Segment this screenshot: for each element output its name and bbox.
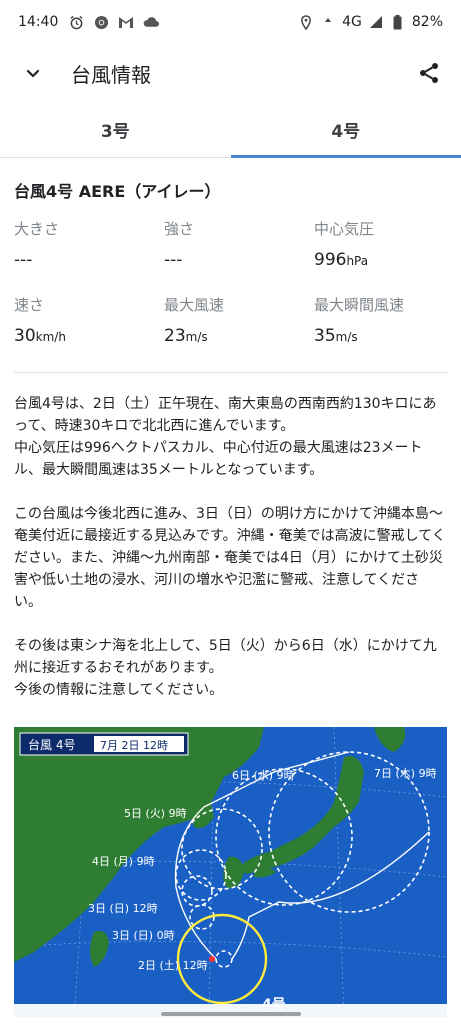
cloud-icon — [143, 14, 160, 30]
location-icon — [298, 14, 314, 30]
forecast-label: 3日 (日) 12時 — [88, 902, 158, 915]
map-header-date: 7月 2日 12時 — [100, 739, 168, 752]
stat-label: 速さ — [14, 296, 45, 314]
status-time: 14:40 — [18, 14, 59, 30]
forecast-label: 7日 (木) 9時 — [374, 767, 437, 780]
stat-label: 最大風速 — [164, 296, 225, 314]
chevron-down-icon[interactable] — [22, 62, 44, 84]
chrome-icon — [93, 14, 109, 30]
network-type: 4G — [342, 14, 362, 30]
forecast-map[interactable]: 7日 (木) 9時 6日 (水) 9時 5日 (火) 9時 4日 (月) 9時 … — [14, 727, 447, 1017]
data-arrow-icon — [320, 14, 336, 30]
page-title: 台風情報 — [71, 62, 151, 87]
storm-center-marker — [209, 956, 215, 962]
stat-central-pressure: 中心気圧 996hPa — [314, 218, 447, 272]
typhoon-detail: 台風4号 AERE（アイレー） 大きさ --- 強さ --- 中心気圧 996h… — [14, 158, 447, 701]
alarm-icon — [68, 14, 84, 30]
stat-size: 大きさ --- — [14, 218, 164, 272]
stat-label: 強さ — [164, 220, 195, 238]
stat-value: --- — [164, 250, 183, 270]
battery-percent: 82% — [411, 14, 443, 30]
app-bar: 台風情報 — [0, 44, 461, 102]
forecast-label: 2日 (土) 12時 — [138, 959, 208, 972]
typhoon-tabs: 3号 4号 — [0, 102, 461, 158]
share-icon[interactable] — [417, 61, 441, 85]
stat-value: 30km/h — [14, 326, 66, 346]
gmail-icon — [118, 14, 134, 30]
signal-icon — [368, 14, 384, 30]
storm-title: 台風4号 AERE（アイレー） — [14, 182, 221, 201]
divider — [14, 372, 447, 373]
stat-max-wind: 最大風速 23m/s — [164, 294, 314, 348]
forecast-label: 6日 (水) 9時 — [232, 769, 295, 782]
stat-value: 996hPa — [314, 250, 369, 270]
stat-label: 大きさ — [14, 220, 60, 238]
tab-typhoon-4[interactable]: 4号 — [230, 102, 461, 158]
stat-strength: 強さ --- — [164, 218, 314, 272]
stat-value: 23m/s — [164, 326, 208, 346]
stat-label: 中心気圧 — [314, 220, 375, 238]
forecast-label: 3日 (日) 0時 — [112, 929, 175, 942]
gesture-nav-bar — [0, 1004, 461, 1024]
forecast-label: 5日 (火) 9時 — [124, 807, 187, 820]
battery-icon — [390, 14, 406, 30]
map-header-label: 台風 4号 — [28, 737, 75, 752]
stat-value: --- — [14, 250, 33, 270]
storm-description: 台風4号は、2日（土）正午現在、南大東島の西南西約130キロにあって、時速30キ… — [14, 396, 446, 698]
home-handle[interactable] — [160, 1012, 301, 1016]
stat-label: 最大瞬間風速 — [314, 296, 405, 314]
tab-typhoon-3[interactable]: 3号 — [0, 102, 231, 157]
forecast-label: 4日 (月) 9時 — [92, 855, 155, 868]
stat-max-gust: 最大瞬間風速 35m/s — [314, 294, 447, 348]
storm-stats: 大きさ --- 強さ --- 中心気圧 996hPa 速さ 30km/h 最大風… — [14, 218, 447, 348]
stat-speed: 速さ 30km/h — [14, 294, 164, 348]
status-bar: 14:40 4G 82% — [0, 0, 461, 44]
stat-value: 35m/s — [314, 326, 358, 346]
forecast-map-svg: 7日 (木) 9時 6日 (水) 9時 5日 (火) 9時 4日 (月) 9時 … — [14, 727, 447, 1017]
